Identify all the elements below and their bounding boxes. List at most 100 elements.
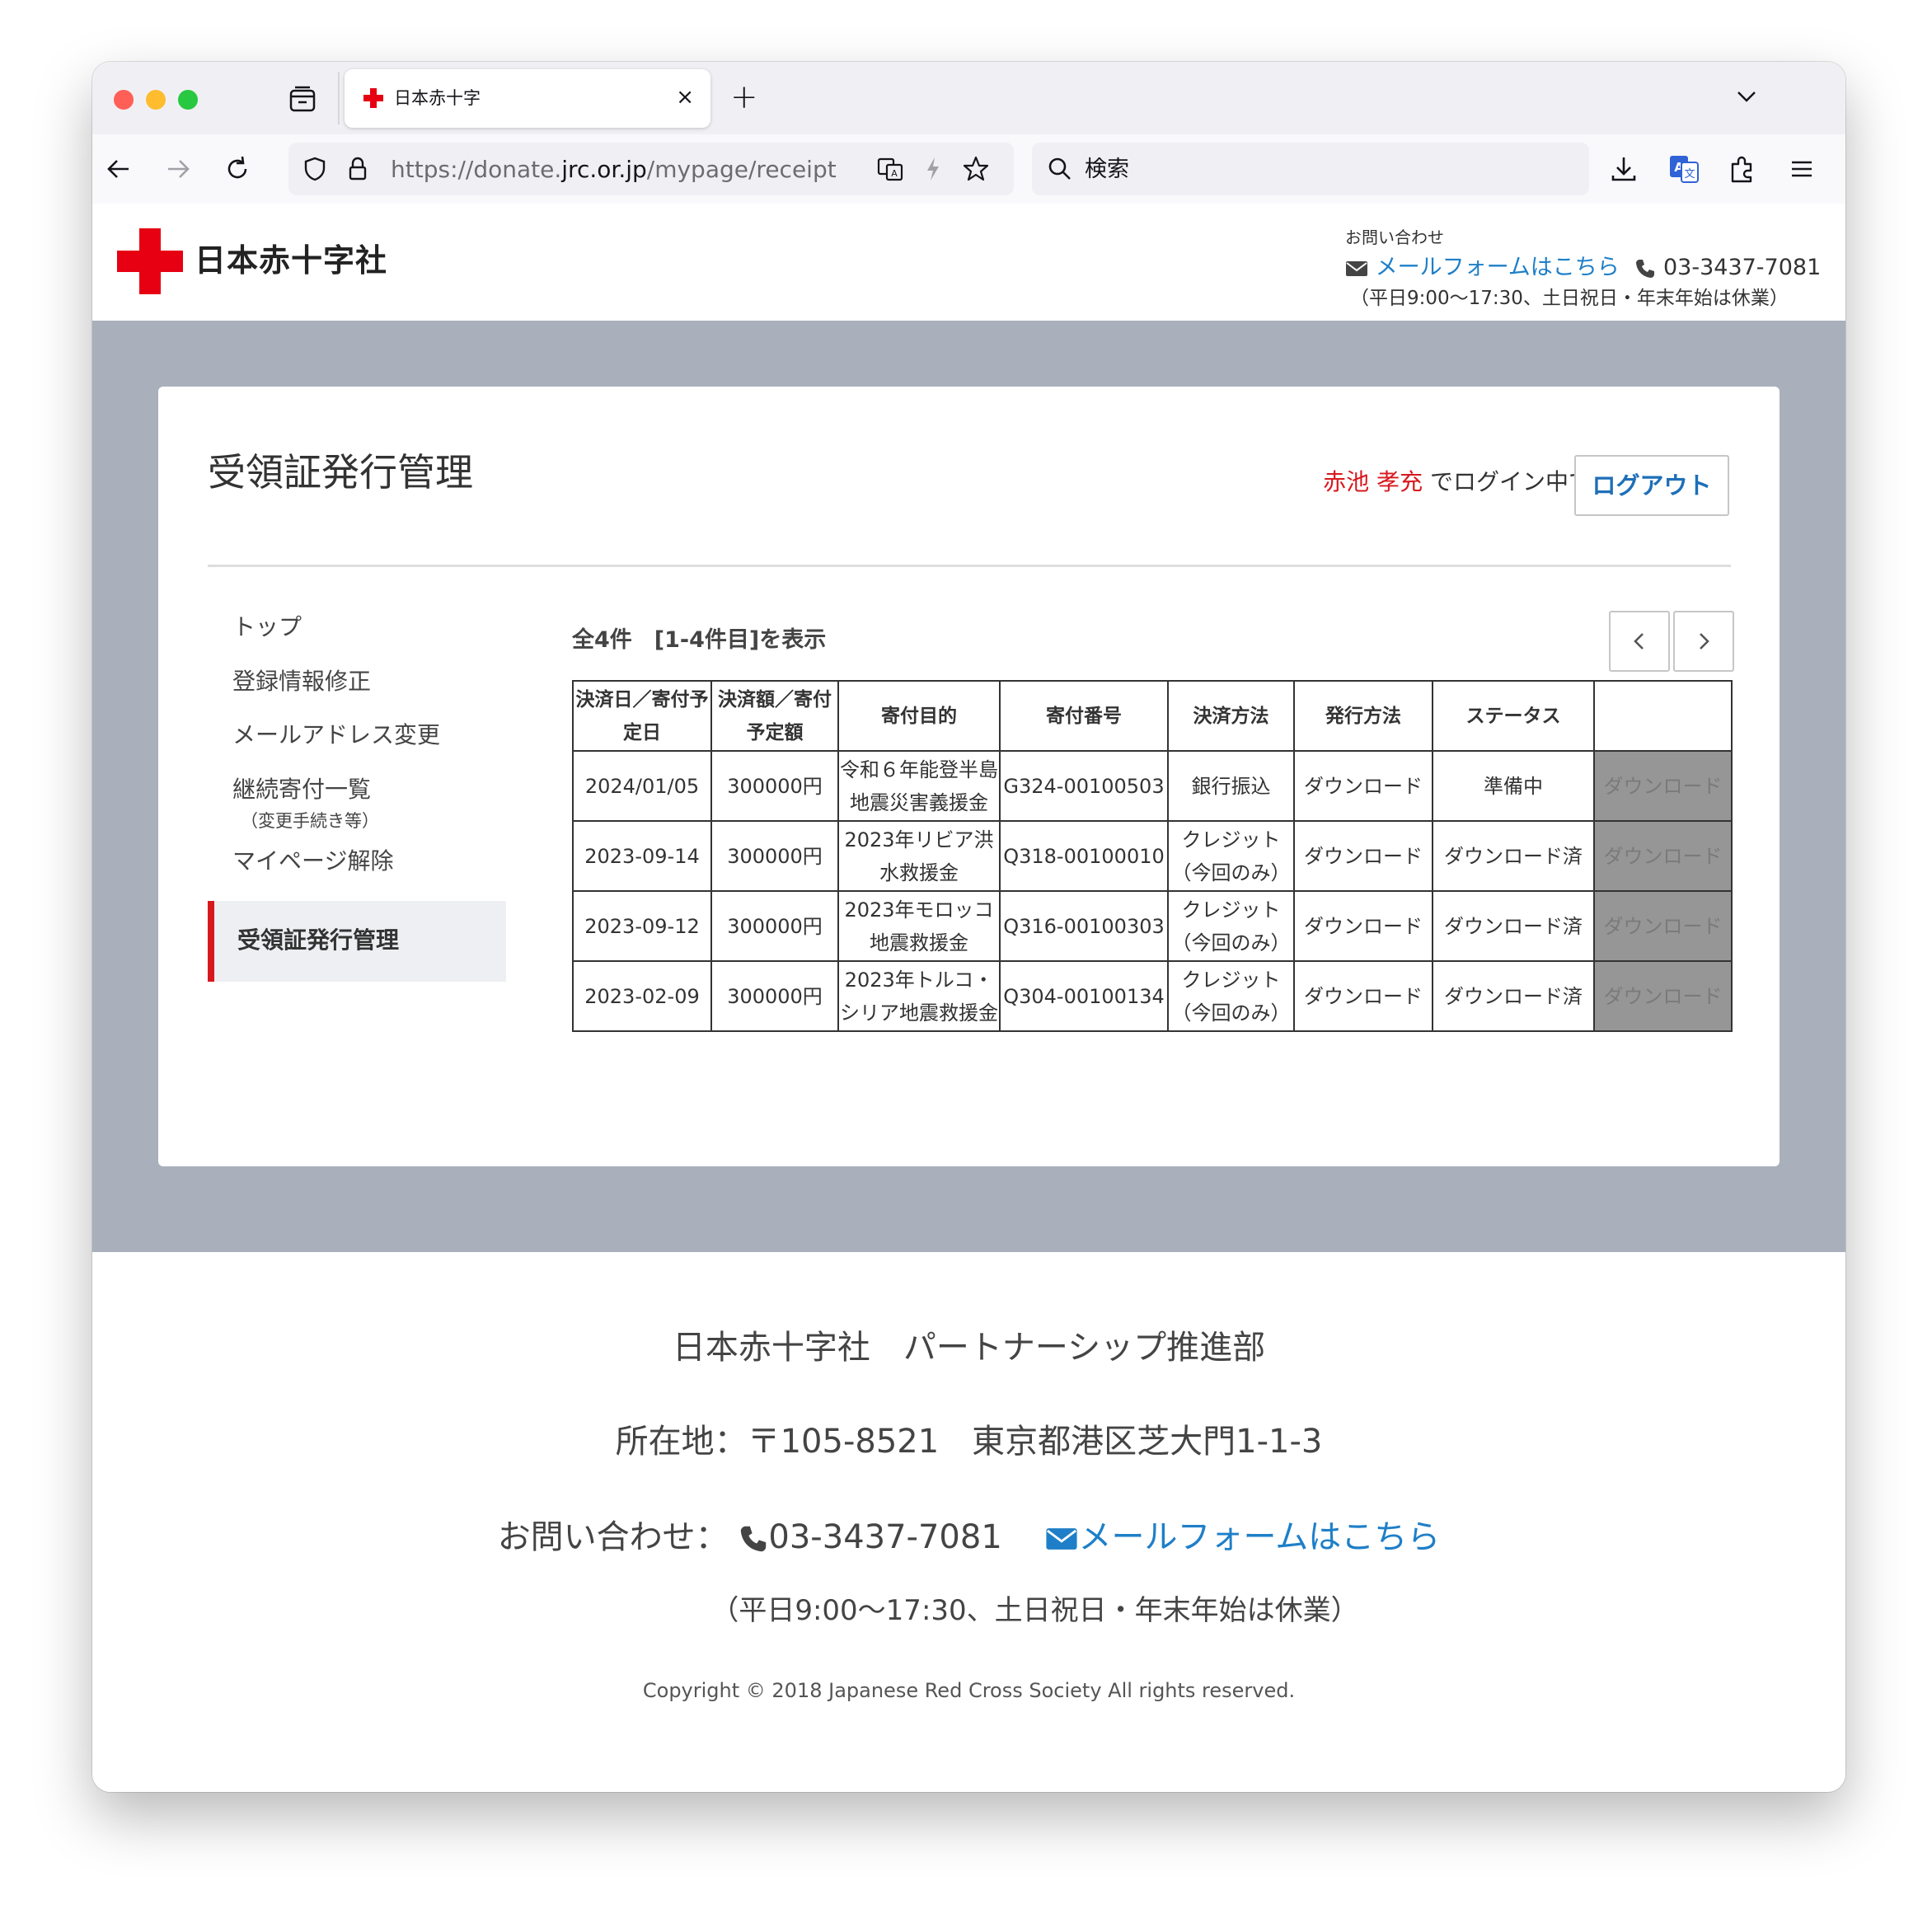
- mail-icon: [1346, 260, 1367, 276]
- mail-icon: [1046, 1528, 1078, 1550]
- sidebar-item-top[interactable]: トップ: [208, 612, 506, 645]
- tab-separator: [338, 72, 340, 124]
- lock-icon[interactable]: [343, 154, 373, 184]
- sidebar-item-label: マイページ解除: [232, 847, 394, 875]
- tab-bar: 日本赤十字 × +: [92, 62, 1845, 134]
- content-background: 受領証発行管理 赤池 孝充 でログイン中です ログアウト トップ 登録情報修正: [92, 321, 1845, 1252]
- cell-payment-method: 銀行振込: [1167, 750, 1295, 822]
- cell-purpose: 2023年トルコ・シリア地震救援金: [837, 960, 1001, 1032]
- search-icon: [1048, 157, 1071, 180]
- logout-button[interactable]: ログアウト: [1574, 455, 1729, 516]
- download-button-disabled[interactable]: ダウンロード: [1593, 960, 1733, 1032]
- zoom-window-button[interactable]: [178, 90, 198, 110]
- cell-payment-method: クレジット（今回のみ）: [1167, 820, 1295, 892]
- column-header-amount: 決済額／寄付予定額: [710, 680, 839, 752]
- extensions-puzzle-icon[interactable]: [1724, 151, 1761, 187]
- table-header-row: 決済日／寄付予定日 決済額／寄付予定額 寄付目的 寄付番号 決済方法 発行方法 …: [572, 680, 1733, 752]
- download-button-disabled[interactable]: ダウンロード: [1593, 890, 1733, 962]
- sidebar-item-mypage-cancel[interactable]: マイページ解除: [208, 847, 506, 879]
- receipts-table: 決済日／寄付予定日 決済額／寄付予定額 寄付目的 寄付番号 決済方法 発行方法 …: [572, 680, 1733, 1032]
- cell-purpose: 令和６年能登半島地震災害義援金: [837, 750, 1001, 822]
- cell-status: 準備中: [1432, 750, 1595, 822]
- cell-issue-method: ダウンロード: [1293, 890, 1433, 962]
- title-divider: [208, 565, 1731, 567]
- browser-window: 日本赤十字 × + https://donate.jrc.or.jp/mypag…: [92, 62, 1845, 1792]
- footer-hours: （平日9:00〜17:30、土日祝日・年末年始は休業）: [710, 1594, 1359, 1627]
- cell-date: 2024/01/05: [572, 750, 712, 822]
- header-hours: （平日9:00〜17:30、土日祝日・年末年始は休業）: [1350, 288, 1789, 309]
- download-button-disabled[interactable]: ダウンロード: [1593, 750, 1733, 822]
- table-row: 2023-02-09 300000円 2023年トルコ・シリア地震救援金 Q30…: [572, 960, 1733, 1032]
- hamburger-menu-icon[interactable]: [1784, 151, 1820, 187]
- cell-issue-method: ダウンロード: [1293, 820, 1433, 892]
- close-window-button[interactable]: [114, 90, 134, 110]
- navigation-toolbar: https://donate.jrc.or.jp/mypage/receipt …: [92, 134, 1845, 205]
- active-tab[interactable]: 日本赤十字 ×: [345, 69, 710, 128]
- copyright: Copyright © 2018 Japanese Red Cross Soci…: [642, 1679, 1296, 1702]
- chevron-right-icon: [1700, 633, 1709, 650]
- address-bar[interactable]: https://donate.jrc.or.jp/mypage/receipt …: [288, 143, 1014, 195]
- tab-title: 日本赤十字: [394, 88, 481, 108]
- table-row: 2023-09-12 300000円 2023年モロッコ地震救援金 Q316-0…: [572, 890, 1733, 962]
- translate-extension-icon[interactable]: A 文: [1665, 151, 1701, 187]
- cell-amount: 300000円: [710, 750, 839, 822]
- url-text[interactable]: https://donate.jrc.or.jp/mypage/receipt: [391, 156, 837, 184]
- header-mail-form-link[interactable]: メールフォームはこちら: [1376, 255, 1620, 280]
- shield-icon[interactable]: [300, 154, 330, 184]
- footer-address: 所在地：〒105-8521 東京都港区芝大門1-1-3: [615, 1423, 1323, 1461]
- firefox-view-icon[interactable]: [287, 83, 318, 115]
- download-button-disabled[interactable]: ダウンロード: [1593, 820, 1733, 892]
- svg-text:A: A: [891, 168, 898, 179]
- table-row: 2024/01/05 300000円 令和６年能登半島地震災害義援金 G324-…: [572, 750, 1733, 822]
- cell-number: G324-00100503: [999, 750, 1169, 822]
- column-header-status: ステータス: [1432, 680, 1595, 752]
- cell-payment-method: クレジット（今回のみ）: [1167, 890, 1295, 962]
- content-card: 受領証発行管理 赤池 孝充 でログイン中です ログアウト トップ 登録情報修正: [158, 387, 1780, 1166]
- header-phone: 03-3437-7081: [1662, 255, 1822, 280]
- logo-text[interactable]: 日本赤十字社: [195, 240, 387, 281]
- tab-close-icon[interactable]: ×: [676, 84, 694, 110]
- red-cross-logo-icon[interactable]: [117, 228, 183, 294]
- active-indicator: [208, 901, 214, 982]
- new-tab-button[interactable]: +: [730, 77, 758, 118]
- footer-contact-row: お問い合わせ： 03-3437-7081 メールフォームはこちら: [92, 1516, 1845, 1559]
- footer-mail-form-link[interactable]: メールフォームはこちら: [1078, 1518, 1440, 1556]
- cell-amount: 300000円: [710, 960, 839, 1032]
- cell-issue-method: ダウンロード: [1293, 750, 1433, 822]
- sidebar-item-label: メールアドレス変更: [232, 721, 441, 748]
- site-footer: 日本赤十字社 パートナーシップ推進部 所在地：〒105-8521 東京都港区芝大…: [92, 1252, 1845, 1792]
- search-placeholder: 検索: [1085, 157, 1129, 182]
- forward-arrow-icon[interactable]: [160, 151, 196, 187]
- sidebar-item-label: 登録情報修正: [232, 668, 372, 695]
- cell-date: 2023-02-09: [572, 960, 712, 1032]
- sidebar-item-recurring-donations[interactable]: 継続寄付一覧 （変更手続き等）: [208, 775, 506, 831]
- sidebar-item-label: 継続寄付一覧: [232, 776, 372, 803]
- search-bar[interactable]: 検索: [1032, 143, 1589, 195]
- cell-status: ダウンロード済: [1432, 820, 1595, 892]
- sidebar-item-receipt-management[interactable]: 受領証発行管理: [208, 901, 506, 982]
- minimize-window-button[interactable]: [146, 90, 166, 110]
- translate-icon[interactable]: A: [875, 154, 905, 184]
- sidebar-item-profile-edit[interactable]: 登録情報修正: [208, 667, 506, 700]
- reload-icon[interactable]: [219, 151, 256, 187]
- lightning-icon[interactable]: [918, 154, 948, 184]
- column-header-issue-method: 発行方法: [1293, 680, 1433, 752]
- table-row: 2023-09-14 300000円 2023年リビア洪水救援金 Q318-00…: [572, 820, 1733, 892]
- bookmark-star-icon[interactable]: [961, 154, 991, 184]
- cell-status: ダウンロード済: [1432, 890, 1595, 962]
- back-arrow-icon[interactable]: [101, 151, 137, 187]
- prev-page-button[interactable]: [1609, 611, 1670, 672]
- cell-date: 2023-09-14: [572, 820, 712, 892]
- next-page-button[interactable]: [1673, 611, 1734, 672]
- chevron-down-icon[interactable]: [1730, 80, 1763, 113]
- sidebar-item-sublabel: （変更手続き等）: [241, 811, 379, 831]
- column-header-number: 寄付番号: [999, 680, 1169, 752]
- download-icon[interactable]: [1606, 151, 1642, 187]
- cell-issue-method: ダウンロード: [1293, 960, 1433, 1032]
- column-header-action: [1593, 680, 1733, 752]
- phone-icon: [1636, 259, 1655, 278]
- chevron-left-icon: [1634, 633, 1644, 650]
- cell-amount: 300000円: [710, 820, 839, 892]
- sidebar-item-email-change[interactable]: メールアドレス変更: [208, 720, 506, 753]
- column-header-payment-method: 決済方法: [1167, 680, 1295, 752]
